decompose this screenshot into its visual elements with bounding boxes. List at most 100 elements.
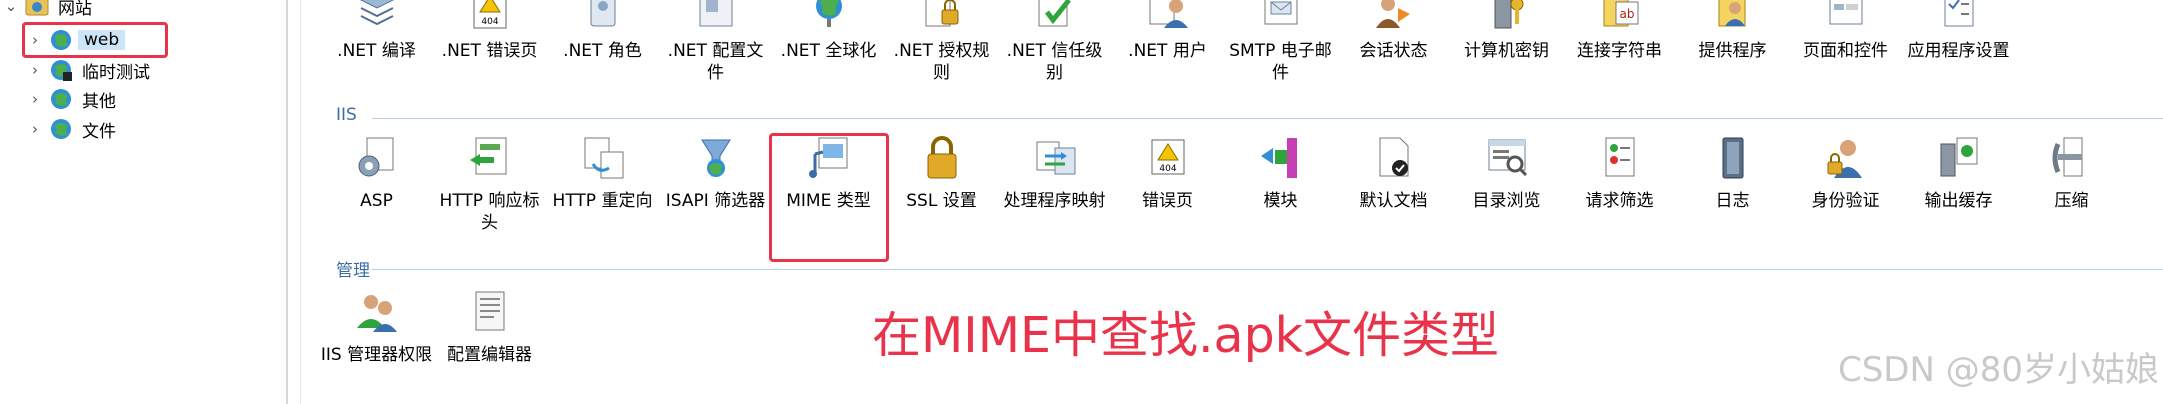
tree-node-label: 其他 (82, 91, 116, 112)
http-redirect-icon (577, 132, 629, 184)
group-header-iis[interactable]: IIS (336, 105, 357, 125)
feature-label: 日志 (1715, 191, 1750, 211)
app-settings-icon (1933, 0, 1985, 36)
highlight-box-mime (769, 133, 889, 262)
logging-icon (1707, 132, 1759, 184)
feature-label: 压缩 (2054, 191, 2089, 211)
connection-strings-icon: ab (1594, 0, 1646, 36)
feature-label: ISAPI 筛选器 (665, 191, 766, 211)
feature-compression[interactable]: 压缩 (2015, 132, 2128, 234)
globe-icon (48, 57, 74, 83)
feature-request-filtering[interactable]: 请求筛选 (1563, 132, 1676, 234)
feature-net-authorization-rules[interactable]: .NET 授权规则 (885, 0, 998, 84)
feature-label: 计算机密钥 (1464, 41, 1549, 61)
feature-label: 输出缓存 (1924, 191, 1993, 211)
feature-label: 目录浏览 (1472, 191, 1541, 211)
tree-node-other[interactable]: › 其他 (28, 85, 116, 113)
feature-http-response-headers[interactable]: HTTP 响应标头 (433, 132, 546, 234)
feature-label: 身份验证 (1811, 191, 1880, 211)
net-roles-icon (577, 0, 629, 36)
feature-modules[interactable]: 模块 (1224, 132, 1337, 234)
tree-node-sites[interactable]: ⌄ 网站 (4, 0, 92, 20)
feature-providers[interactable]: 提供程序 (1676, 0, 1789, 84)
feature-logging[interactable]: 日志 (1676, 132, 1789, 234)
default-document-icon (1368, 132, 1420, 184)
feature-net-trust-levels[interactable]: .NET 信任级别 (998, 0, 1111, 84)
request-filtering-icon (1594, 132, 1646, 184)
session-state-icon (1368, 0, 1420, 36)
feature-iis-manager-permissions[interactable]: IIS 管理器权限 (320, 286, 433, 366)
feature-net-users[interactable]: .NET 用户 (1111, 0, 1224, 84)
feature-asp[interactable]: ASP (320, 132, 433, 234)
chevron-right-icon[interactable]: › (28, 61, 42, 79)
feature-label: 连接字符串 (1577, 41, 1662, 61)
aspnet-features-row: .NET 编译 404 .NET 错误页 .NET 角色 .NET 配置文件 .… (320, 0, 2015, 84)
feature-net-roles[interactable]: .NET 角色 (546, 0, 659, 84)
tree-node-label: 临时测试 (82, 62, 150, 83)
group-header-management[interactable]: 管理 (336, 256, 370, 281)
feature-label: .NET 信任级别 (1006, 41, 1103, 83)
feature-label: 请求筛选 (1585, 191, 1654, 211)
highlight-box-web (22, 22, 168, 58)
feature-label: .NET 配置文件 (667, 41, 764, 83)
feature-connection-strings[interactable]: ab 连接字符串 (1563, 0, 1676, 84)
feature-label: 模块 (1263, 191, 1298, 211)
feature-label: .NET 全球化 (780, 41, 877, 61)
net-error-page-icon: 404 (464, 0, 516, 36)
pages-controls-icon (1820, 0, 1872, 36)
annotation-text: 在MIME中查找.apk文件类型 (872, 307, 1500, 364)
pane-border (300, 0, 301, 404)
tree-node-temp-test[interactable]: › 临时测试 (28, 56, 150, 84)
feature-net-compile[interactable]: .NET 编译 (320, 0, 433, 84)
tree-node-files[interactable]: › 文件 (28, 115, 116, 143)
management-features-row: IIS 管理器权限 配置编辑器 (320, 286, 546, 366)
net-profile-icon (690, 0, 742, 36)
http-response-headers-icon (464, 132, 516, 184)
net-authorization-icon (916, 0, 968, 36)
chevron-right-icon[interactable]: › (28, 90, 42, 108)
error-pages-icon: 404 (1142, 132, 1194, 184)
chevron-down-icon[interactable]: ⌄ (4, 0, 18, 15)
directory-browsing-icon (1481, 132, 1533, 184)
feature-label: IIS 管理器权限 (320, 345, 433, 365)
svg-text:404: 404 (481, 17, 498, 27)
asp-icon (351, 132, 403, 184)
feature-default-document[interactable]: 默认文档 (1337, 132, 1450, 234)
feature-label: .NET 错误页 (441, 41, 538, 61)
chevron-right-icon[interactable]: › (28, 120, 42, 138)
net-compile-icon (351, 0, 403, 36)
feature-label: .NET 角色 (563, 41, 642, 61)
feature-ssl-settings[interactable]: SSL 设置 (885, 132, 998, 234)
feature-configuration-editor[interactable]: 配置编辑器 (433, 286, 546, 366)
net-globalization-icon (803, 0, 855, 36)
svg-text:ab: ab (1619, 7, 1634, 21)
feature-label: 提供程序 (1698, 41, 1767, 61)
feature-http-redirect[interactable]: HTTP 重定向 (546, 132, 659, 234)
feature-output-caching[interactable]: 输出缓存 (1902, 132, 2015, 234)
modules-icon (1255, 132, 1307, 184)
feature-label: 页面和控件 (1803, 41, 1888, 61)
isapi-filters-icon (690, 132, 742, 184)
feature-pages-controls[interactable]: 页面和控件 (1789, 0, 1902, 84)
feature-net-profile[interactable]: .NET 配置文件 (659, 0, 772, 84)
output-caching-icon (1933, 132, 1985, 184)
feature-label: HTTP 重定向 (552, 191, 653, 211)
feature-net-globalization[interactable]: .NET 全球化 (772, 0, 885, 84)
feature-label: SMTP 电子邮件 (1229, 41, 1332, 83)
feature-label: ASP (360, 191, 393, 211)
feature-app-settings[interactable]: 应用程序设置 (1902, 0, 2015, 84)
feature-label: 处理程序映射 (1003, 191, 1106, 211)
feature-session-state[interactable]: 会话状态 (1337, 0, 1450, 84)
tree-node-label: 网站 (58, 0, 92, 19)
sites-folder-icon (24, 0, 50, 19)
net-users-icon (1142, 0, 1194, 36)
feature-handler-mappings[interactable]: 处理程序映射 (998, 132, 1111, 234)
feature-directory-browsing[interactable]: 目录浏览 (1450, 132, 1563, 234)
feature-smtp-email[interactable]: SMTP 电子邮件 (1224, 0, 1337, 84)
feature-machine-key[interactable]: 计算机密钥 (1450, 0, 1563, 84)
feature-isapi-filters[interactable]: ISAPI 筛选器 (659, 132, 772, 234)
feature-net-error-pages[interactable]: 404 .NET 错误页 (433, 0, 546, 84)
feature-error-pages[interactable]: 404 错误页 (1111, 132, 1224, 234)
feature-authentication[interactable]: 身份验证 (1789, 132, 1902, 234)
pane-splitter[interactable] (286, 0, 288, 404)
